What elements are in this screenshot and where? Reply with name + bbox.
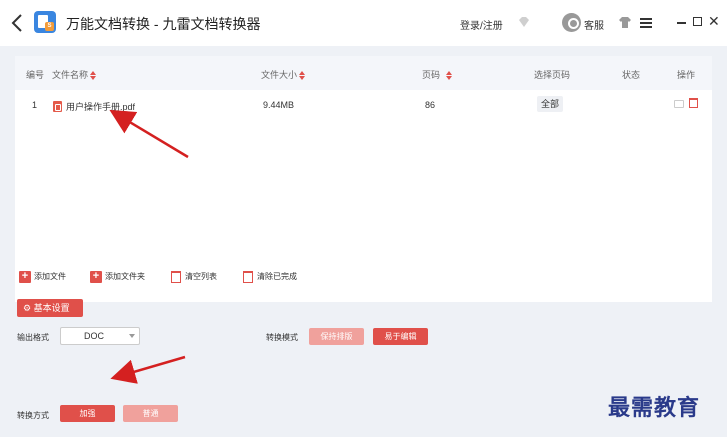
output-format-value: DOC (84, 331, 104, 341)
mode-keep-layout-button[interactable]: 保持排版 (309, 328, 364, 345)
add-folder-label: 添加文件夹 (105, 272, 145, 282)
open-folder-icon[interactable] (674, 100, 684, 108)
trash-icon (171, 271, 181, 283)
convert-method-label: 转换方式 (17, 411, 49, 420)
skin-shirt-icon[interactable] (619, 17, 631, 28)
basic-settings-button[interactable]: ⚙ 基本设置 (17, 299, 83, 317)
header-index: 编号 (26, 70, 45, 80)
clear-done-label: 清除已完成 (257, 272, 297, 282)
add-folder-button[interactable]: + 添加文件夹 (90, 271, 145, 283)
header-size-label: 文件大小 (261, 70, 298, 80)
add-file-button[interactable]: + 添加文件 (19, 271, 66, 283)
maximize-icon[interactable] (693, 17, 702, 26)
row-pages: 86 (425, 100, 436, 110)
menu-icon[interactable] (640, 18, 652, 30)
page-select-button[interactable]: 全部 (537, 96, 563, 112)
header-name[interactable]: 文件名称 (52, 68, 97, 81)
plus-icon: + (19, 271, 31, 283)
output-format-select[interactable]: DOC (60, 327, 140, 345)
basic-settings-label: 基本设置 (33, 303, 70, 313)
header-status: 状态 (622, 70, 641, 80)
app-title: 万能文档转换 - 九雷文档转换器 (66, 16, 261, 32)
method-normal-button[interactable]: 普通 (123, 405, 178, 422)
sort-icon[interactable] (90, 71, 97, 81)
clear-list-label: 清空列表 (185, 272, 217, 282)
row-size: 9.44MB (263, 100, 295, 110)
output-format-label: 输出格式 (17, 333, 49, 342)
clear-done-button[interactable]: 清除已完成 (243, 271, 297, 283)
clear-list-button[interactable]: 清空列表 (171, 271, 217, 283)
back-icon[interactable] (10, 13, 24, 33)
file-table: 编号 文件名称 文件大小 页码 选择页码 状态 操作 1 用户操作手册.pdf … (15, 56, 712, 302)
header-name-label: 文件名称 (52, 70, 89, 80)
header-select-pages: 选择页码 (534, 70, 571, 80)
app-logo: S (34, 11, 56, 33)
method-fast-button[interactable]: 加强 (60, 405, 115, 422)
minimize-icon[interactable] (677, 22, 686, 24)
row-name-label: 用户操作手册.pdf (66, 102, 136, 112)
gear-icon: ⚙ (23, 303, 32, 313)
header-ops: 操作 (677, 70, 696, 80)
header-pages-label: 页码 (422, 70, 441, 80)
main-area: 编号 文件名称 文件大小 页码 选择页码 状态 操作 1 用户操作手册.pdf … (0, 46, 727, 437)
service-avatar-icon[interactable] (562, 13, 581, 32)
row-index: 1 (32, 100, 38, 110)
convert-mode-label: 转换模式 (266, 333, 298, 342)
vip-diamond-icon[interactable] (517, 15, 531, 29)
close-icon[interactable]: ✕ (708, 14, 720, 28)
login-link[interactable]: 登录/注册 (460, 17, 503, 32)
title-bar: S 万能文档转换 - 九雷文档转换器 登录/注册 客服 ✕ (0, 0, 727, 46)
table-row[interactable]: 1 用户操作手册.pdf 9.44MB 86 全部 (15, 92, 712, 118)
row-name: 用户操作手册.pdf (53, 100, 135, 113)
header-pages[interactable]: 页码 (422, 68, 453, 81)
table-header: 编号 文件名称 文件大小 页码 选择页码 状态 操作 (15, 56, 712, 90)
trash-icon (243, 271, 253, 283)
watermark: 最需教育 (608, 395, 701, 421)
mode-easy-edit-button[interactable]: 易于编辑 (373, 328, 428, 345)
sort-icon[interactable] (299, 71, 306, 81)
header-size[interactable]: 文件大小 (261, 68, 306, 81)
sort-icon[interactable] (446, 71, 453, 81)
pdf-file-icon (53, 101, 62, 112)
plus-icon: + (90, 271, 102, 283)
chevron-down-icon (129, 334, 135, 338)
add-file-label: 添加文件 (34, 272, 66, 282)
delete-row-icon[interactable] (689, 98, 698, 108)
service-label[interactable]: 客服 (584, 17, 604, 32)
